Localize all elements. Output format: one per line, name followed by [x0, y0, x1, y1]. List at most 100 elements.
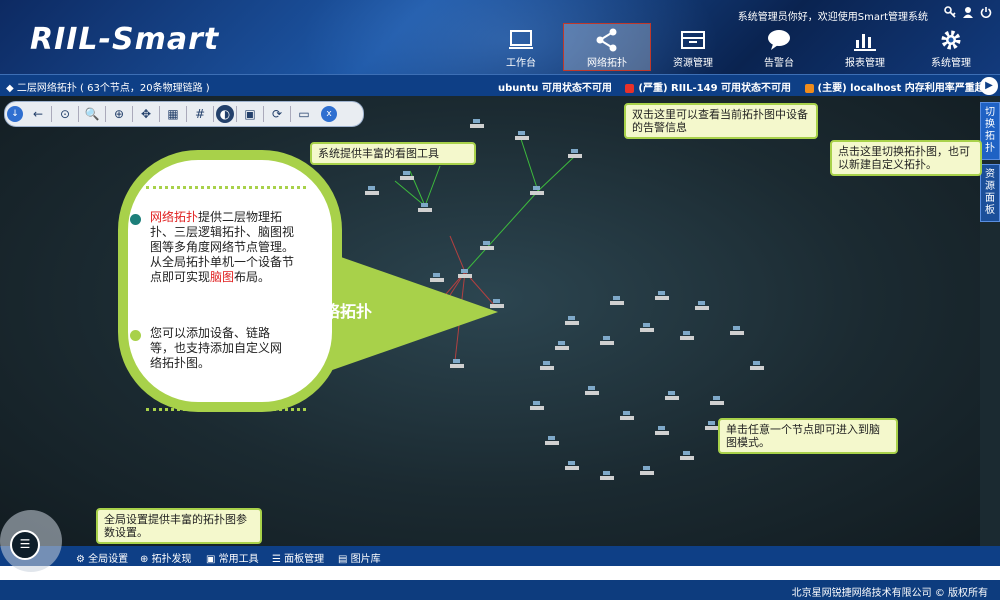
- topology-node[interactable]: [730, 326, 744, 335]
- topology-node[interactable]: [600, 336, 614, 345]
- topology-node[interactable]: [568, 149, 582, 158]
- power-icon[interactable]: [980, 6, 992, 18]
- view-toolbar: ↓ ← ⊙ 🔍 ⊕ ✥ ▦ # ◐ ▣ ⟳ ▭ x: [4, 101, 364, 127]
- footer: 北京星网锐捷网络技术有限公司 © 版权所有: [0, 580, 1000, 600]
- topology-node[interactable]: [750, 361, 764, 370]
- dotted-divider: [146, 408, 306, 411]
- topology-node[interactable]: [530, 186, 544, 195]
- monitor-icon: [509, 30, 533, 49]
- user-icon[interactable]: [962, 6, 974, 18]
- top-icons: [944, 6, 992, 18]
- breadcrumb: ◆ 二层网络拓扑 ( 63个节点，20条物理链路 ): [6, 83, 210, 94]
- chat-icon: [768, 30, 790, 50]
- ticker-item[interactable]: (严重) RIIL-149 可用状态不可用: [638, 83, 791, 94]
- topology-node[interactable]: [565, 316, 579, 325]
- back-icon[interactable]: ←: [27, 105, 49, 123]
- logo: RIIL-Smart: [30, 22, 220, 57]
- key-icon[interactable]: [944, 6, 956, 18]
- copyright: 北京星网锐捷网络技术有限公司 © 版权所有: [791, 588, 988, 599]
- topology-node[interactable]: [640, 466, 654, 475]
- divider: [290, 106, 291, 122]
- gear-icon: [941, 30, 961, 50]
- topology-node[interactable]: [680, 451, 694, 460]
- overview-icon[interactable]: ◐: [216, 105, 234, 123]
- topology-node[interactable]: [640, 323, 654, 332]
- nav-workbench[interactable]: 工作台: [478, 24, 564, 70]
- nav-topology[interactable]: 网络拓扑: [563, 23, 651, 71]
- callout-settings-tip: 全局设置提供丰富的拓扑图参数设置。: [96, 508, 262, 544]
- topology-node[interactable]: [655, 291, 669, 300]
- topology-node[interactable]: [610, 296, 624, 305]
- topology-node[interactable]: [565, 461, 579, 470]
- fullscreen-icon[interactable]: ▭: [293, 105, 315, 123]
- panel-manage-button[interactable]: ☰ 面板管理: [272, 550, 324, 565]
- divider: [186, 106, 187, 122]
- nav-reports[interactable]: 报表管理: [822, 24, 908, 70]
- tab-resource-panel[interactable]: 资源面板: [980, 164, 1000, 222]
- topology-node[interactable]: [515, 131, 529, 140]
- tab-switch-topology[interactable]: 切换拓扑: [980, 102, 1000, 160]
- bubble-paragraph-2: 您可以添加设备、链路等，也支持添加自定义网络拓扑图。: [150, 326, 283, 370]
- bullet-dot-icon: [130, 214, 141, 225]
- topology-node[interactable]: [655, 426, 669, 435]
- search-icon[interactable]: 🔍: [81, 105, 103, 123]
- topology-node[interactable]: [710, 396, 724, 405]
- topology-discovery-button[interactable]: ⊕ 拓扑发现: [140, 550, 192, 565]
- topology-node[interactable]: [540, 361, 554, 370]
- bullet-dot-icon: [130, 330, 141, 341]
- play-circle-icon[interactable]: ⊙: [54, 105, 76, 123]
- callout-alarm-tip: 双击这里可以查看当前拓扑图中设备的告警信息: [624, 103, 818, 139]
- welcome-text: 系统管理员你好，欢迎使用Smart管理系统: [737, 12, 928, 23]
- nav-alarms[interactable]: 告警台: [736, 24, 822, 70]
- callout-switch-tip: 点击这里切换拓扑图，也可以新建自定义拓扑。: [830, 140, 982, 176]
- topology-node[interactable]: [665, 391, 679, 400]
- layout-icon[interactable]: ▦: [162, 105, 184, 123]
- collapse-icon[interactable]: ↓: [7, 106, 23, 122]
- topology-node[interactable]: [705, 421, 719, 430]
- right-panel: 切换拓扑 资源面板: [980, 96, 1000, 546]
- dotted-divider: [146, 186, 306, 189]
- global-settings-button[interactable]: ⚙ 全局设置: [76, 550, 128, 565]
- common-tools-button[interactable]: ▣ 常用工具: [206, 550, 259, 565]
- divider: [105, 106, 106, 122]
- ticker-item[interactable]: (主要) localhost 内存利用率严重超标: [818, 83, 995, 94]
- image-library-button[interactable]: ▤ 图片库: [338, 550, 381, 565]
- divider: [159, 106, 160, 122]
- ticker-item[interactable]: ubuntu 可用状态不可用: [498, 83, 612, 94]
- topology-node[interactable]: [545, 436, 559, 445]
- callout-node-tip: 单击任意一个节点即可进入到脑图模式。: [718, 418, 898, 454]
- topology-node[interactable]: [530, 401, 544, 410]
- nav-system[interactable]: 系统管理: [908, 24, 994, 70]
- topology-node[interactable]: [695, 301, 709, 310]
- sub-bar: ◆ 二层网络拓扑 ( 63个节点，20条物理链路 ) ubuntu 可用状态不可…: [0, 74, 1000, 97]
- inbox-icon: [681, 31, 705, 49]
- topology-node[interactable]: [400, 171, 414, 180]
- divider: [213, 106, 214, 122]
- nav-resources[interactable]: 资源管理: [650, 24, 736, 70]
- topology-node[interactable]: [585, 386, 599, 395]
- topology-node[interactable]: [555, 341, 569, 350]
- play-icon[interactable]: ▶: [980, 77, 998, 95]
- zoom-icon[interactable]: ⊕: [108, 105, 130, 123]
- topology-node[interactable]: [418, 203, 432, 212]
- topology-node[interactable]: [470, 119, 484, 128]
- bubble-paragraph-1: 网络拓扑提供二层物理拓扑、三层逻辑拓扑、脑图视图等多角度网络节点管理。从全局拓扑…: [150, 210, 295, 284]
- close-icon[interactable]: x: [321, 106, 337, 122]
- grid-icon[interactable]: #: [189, 105, 211, 123]
- bar-chart-icon: [854, 34, 876, 51]
- topology-node[interactable]: [600, 471, 614, 480]
- major-dot-icon: [804, 83, 814, 93]
- list-icon: ☰: [10, 530, 40, 560]
- divider: [132, 106, 133, 122]
- menu-toggle[interactable]: ☰: [0, 510, 62, 572]
- topology-node[interactable]: [680, 331, 694, 340]
- bottom-bar: ⚙ 全局设置 ⊕ 拓扑发现 ▣ 常用工具 ☰ 面板管理 ▤ 图片库: [0, 546, 1000, 566]
- save-icon[interactable]: ▣: [239, 105, 261, 123]
- intro-bubble: 网络拓扑 网络拓扑提供二层物理拓扑、三层逻辑拓扑、脑图视图等多角度网络节点管理。…: [118, 150, 498, 412]
- alarm-ticker[interactable]: ubuntu 可用状态不可用 (严重) RIIL-149 可用状态不可用 (主要…: [498, 79, 995, 94]
- divider: [51, 106, 52, 122]
- main-nav: 工作台 网络拓扑 资源管理 告警台 报表管理 系统管理: [478, 23, 994, 71]
- refresh-icon[interactable]: ⟳: [266, 105, 288, 123]
- topology-node[interactable]: [620, 411, 634, 420]
- move-icon[interactable]: ✥: [135, 105, 157, 123]
